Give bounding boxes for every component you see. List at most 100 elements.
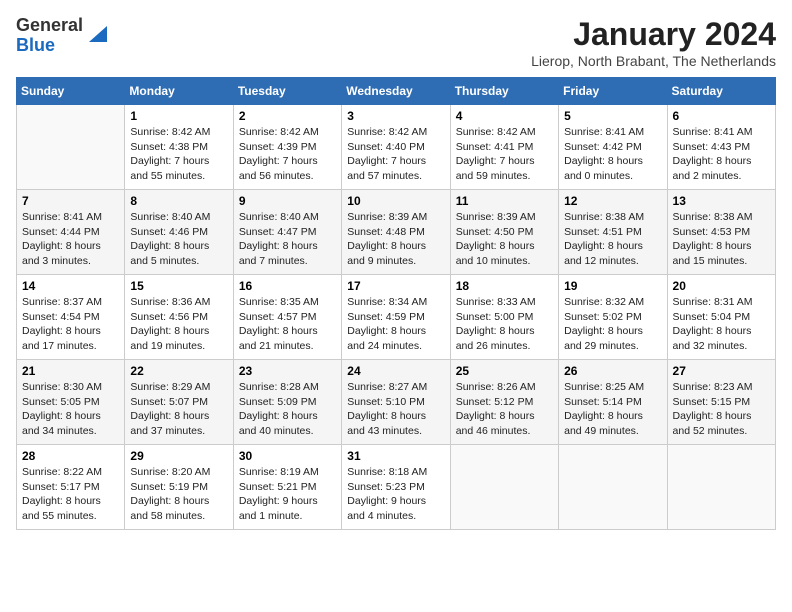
day-number: 17 bbox=[347, 279, 444, 293]
day-header-friday: Friday bbox=[559, 78, 667, 105]
day-cell: 22 Sunrise: 8:29 AMSunset: 5:07 PMDayligh… bbox=[125, 360, 233, 445]
day-cell bbox=[450, 445, 558, 530]
day-number: 26 bbox=[564, 364, 661, 378]
day-number: 16 bbox=[239, 279, 336, 293]
day-cell: 14Sunrise: 8:37 AMSunset: 4:54 PMDayligh… bbox=[17, 275, 125, 360]
day-number: 6 bbox=[673, 109, 770, 123]
day-cell: 2Sunrise: 8:42 AMSunset: 4:39 PMDaylight… bbox=[233, 105, 341, 190]
day-cell: 9Sunrise: 8:40 AMSunset: 4:47 PMDaylight… bbox=[233, 190, 341, 275]
title-area: January 2024 Lierop, North Brabant, The … bbox=[531, 16, 776, 69]
day-cell: 17 Sunrise: 8:34 AMSunset: 4:59 PMDayligh… bbox=[342, 275, 450, 360]
day-info: Sunrise: 8:22 AMSunset: 5:17 PMDaylight:… bbox=[22, 465, 119, 524]
day-number: 11 bbox=[456, 194, 553, 208]
day-cell: 10 Sunrise: 8:39 AMSunset: 4:48 PMDayligh… bbox=[342, 190, 450, 275]
day-number: 21 bbox=[22, 364, 119, 378]
day-info: Sunrise: 8:39 AMSunset: 4:48 PMDaylight:… bbox=[347, 210, 444, 269]
day-info: Sunrise: 8:41 AMSunset: 4:44 PMDaylight:… bbox=[22, 210, 119, 269]
day-cell: 8 Sunrise: 8:40 AMSunset: 4:46 PMDaylight… bbox=[125, 190, 233, 275]
day-cell: 15 Sunrise: 8:36 AMSunset: 4:56 PMDayligh… bbox=[125, 275, 233, 360]
logo-general-text: General bbox=[16, 16, 83, 36]
day-info: Sunrise: 8:41 AMSunset: 4:43 PMDaylight:… bbox=[673, 125, 770, 184]
calendar-body: 1 Sunrise: 8:42 AMSunset: 4:38 PMDaylight… bbox=[17, 105, 776, 530]
day-info: Sunrise: 8:42 AMSunset: 4:40 PMDaylight:… bbox=[347, 125, 444, 184]
day-number: 10 bbox=[347, 194, 444, 208]
day-info: Sunrise: 8:35 AMSunset: 4:57 PMDaylight:… bbox=[239, 295, 336, 354]
day-info: Sunrise: 8:39 AMSunset: 4:50 PMDaylight:… bbox=[456, 210, 553, 269]
day-cell: 25Sunrise: 8:26 AMSunset: 5:12 PMDayligh… bbox=[450, 360, 558, 445]
day-info: Sunrise: 8:41 AMSunset: 4:42 PMDaylight:… bbox=[564, 125, 661, 184]
day-cell bbox=[559, 445, 667, 530]
day-number: 12 bbox=[564, 194, 661, 208]
day-number: 13 bbox=[673, 194, 770, 208]
day-info: Sunrise: 8:40 AMSunset: 4:47 PMDaylight:… bbox=[239, 210, 336, 269]
day-cell: 11 Sunrise: 8:39 AMSunset: 4:50 PMDayligh… bbox=[450, 190, 558, 275]
day-number: 15 bbox=[130, 279, 227, 293]
day-info: Sunrise: 8:34 AMSunset: 4:59 PMDaylight:… bbox=[347, 295, 444, 354]
day-cell: 12 Sunrise: 8:38 AMSunset: 4:51 PMDayligh… bbox=[559, 190, 667, 275]
day-number: 24 bbox=[347, 364, 444, 378]
day-header-wednesday: Wednesday bbox=[342, 78, 450, 105]
day-cell: 28 Sunrise: 8:22 AMSunset: 5:17 PMDayligh… bbox=[17, 445, 125, 530]
day-number: 4 bbox=[456, 109, 553, 123]
day-number: 29 bbox=[130, 449, 227, 463]
day-info: Sunrise: 8:28 AMSunset: 5:09 PMDaylight:… bbox=[239, 380, 336, 439]
day-cell bbox=[17, 105, 125, 190]
day-cell: 31 Sunrise: 8:18 AMSunset: 5:23 PMDayligh… bbox=[342, 445, 450, 530]
day-cell bbox=[667, 445, 775, 530]
day-number: 8 bbox=[130, 194, 227, 208]
day-cell: 30Sunrise: 8:19 AMSunset: 5:21 PMDayligh… bbox=[233, 445, 341, 530]
day-cell: 6 Sunrise: 8:41 AMSunset: 4:43 PMDaylight… bbox=[667, 105, 775, 190]
day-number: 7 bbox=[22, 194, 119, 208]
day-info: Sunrise: 8:18 AMSunset: 5:23 PMDaylight:… bbox=[347, 465, 444, 524]
week-row-3: 14Sunrise: 8:37 AMSunset: 4:54 PMDayligh… bbox=[17, 275, 776, 360]
day-header-tuesday: Tuesday bbox=[233, 78, 341, 105]
day-number: 30 bbox=[239, 449, 336, 463]
day-header-thursday: Thursday bbox=[450, 78, 558, 105]
day-cell: 24Sunrise: 8:27 AMSunset: 5:10 PMDayligh… bbox=[342, 360, 450, 445]
day-info: Sunrise: 8:36 AMSunset: 4:56 PMDaylight:… bbox=[130, 295, 227, 354]
day-number: 1 bbox=[130, 109, 227, 123]
logo: General Blue bbox=[16, 16, 107, 56]
day-number: 23 bbox=[239, 364, 336, 378]
day-number: 5 bbox=[564, 109, 661, 123]
logo-icon bbox=[85, 22, 107, 44]
month-title: January 2024 bbox=[531, 16, 776, 53]
location-text: Lierop, North Brabant, The Netherlands bbox=[531, 53, 776, 69]
day-header-sunday: Sunday bbox=[17, 78, 125, 105]
day-cell: 27 Sunrise: 8:23 AMSunset: 5:15 PMDayligh… bbox=[667, 360, 775, 445]
day-number: 27 bbox=[673, 364, 770, 378]
logo-blue-text: Blue bbox=[16, 36, 83, 56]
day-cell: 1 Sunrise: 8:42 AMSunset: 4:38 PMDaylight… bbox=[125, 105, 233, 190]
day-number: 20 bbox=[673, 279, 770, 293]
day-info: Sunrise: 8:29 AMSunset: 5:07 PMDaylight:… bbox=[130, 380, 227, 439]
day-number: 28 bbox=[22, 449, 119, 463]
day-number: 31 bbox=[347, 449, 444, 463]
day-info: Sunrise: 8:38 AMSunset: 4:51 PMDaylight:… bbox=[564, 210, 661, 269]
day-cell: 18 Sunrise: 8:33 AMSunset: 5:00 PMDayligh… bbox=[450, 275, 558, 360]
day-info: Sunrise: 8:33 AMSunset: 5:00 PMDaylight:… bbox=[456, 295, 553, 354]
week-row-1: 1 Sunrise: 8:42 AMSunset: 4:38 PMDaylight… bbox=[17, 105, 776, 190]
day-cell: 19Sunrise: 8:32 AMSunset: 5:02 PMDayligh… bbox=[559, 275, 667, 360]
day-number: 19 bbox=[564, 279, 661, 293]
page-header: General Blue January 2024 Lierop, North … bbox=[16, 16, 776, 69]
day-info: Sunrise: 8:30 AMSunset: 5:05 PMDaylight:… bbox=[22, 380, 119, 439]
day-cell: 26Sunrise: 8:25 AMSunset: 5:14 PMDayligh… bbox=[559, 360, 667, 445]
day-cell: 5 Sunrise: 8:41 AMSunset: 4:42 PMDaylight… bbox=[559, 105, 667, 190]
week-row-5: 28 Sunrise: 8:22 AMSunset: 5:17 PMDayligh… bbox=[17, 445, 776, 530]
day-info: Sunrise: 8:31 AMSunset: 5:04 PMDaylight:… bbox=[673, 295, 770, 354]
day-cell: 13 Sunrise: 8:38 AMSunset: 4:53 PMDayligh… bbox=[667, 190, 775, 275]
day-cell: 3 Sunrise: 8:42 AMSunset: 4:40 PMDaylight… bbox=[342, 105, 450, 190]
day-number: 22 bbox=[130, 364, 227, 378]
day-number: 3 bbox=[347, 109, 444, 123]
day-info: Sunrise: 8:38 AMSunset: 4:53 PMDaylight:… bbox=[673, 210, 770, 269]
day-info: Sunrise: 8:40 AMSunset: 4:46 PMDaylight:… bbox=[130, 210, 227, 269]
day-number: 18 bbox=[456, 279, 553, 293]
day-number: 14 bbox=[22, 279, 119, 293]
day-info: Sunrise: 8:42 AMSunset: 4:38 PMDaylight:… bbox=[130, 125, 227, 184]
day-cell: 21 Sunrise: 8:30 AMSunset: 5:05 PMDayligh… bbox=[17, 360, 125, 445]
day-cell: 4Sunrise: 8:42 AMSunset: 4:41 PMDaylight… bbox=[450, 105, 558, 190]
day-cell: 7 Sunrise: 8:41 AMSunset: 4:44 PMDaylight… bbox=[17, 190, 125, 275]
day-info: Sunrise: 8:26 AMSunset: 5:12 PMDaylight:… bbox=[456, 380, 553, 439]
day-info: Sunrise: 8:23 AMSunset: 5:15 PMDaylight:… bbox=[673, 380, 770, 439]
day-info: Sunrise: 8:42 AMSunset: 4:39 PMDaylight:… bbox=[239, 125, 336, 184]
